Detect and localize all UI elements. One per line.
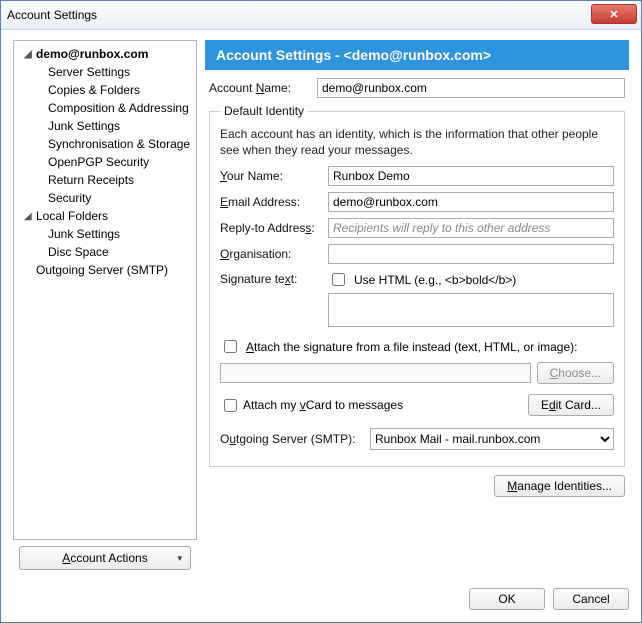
account-settings-window: Account Settings ✕ ◢ demo@runbox.com Ser… [0, 0, 642, 623]
your-name-label: Your Name: [220, 169, 328, 183]
organisation-input[interactable] [328, 244, 614, 264]
account-tree[interactable]: ◢ demo@runbox.com Server Settings Copies… [13, 40, 197, 540]
titlebar: Account Settings ✕ [1, 1, 641, 30]
signature-textarea[interactable] [328, 293, 614, 327]
identity-description: Each account has an identity, which is t… [220, 126, 614, 158]
default-identity-legend: Default Identity [220, 104, 308, 118]
outgoing-smtp-label: Outgoing Server (SMTP): [220, 432, 370, 446]
tree-account-local-folders[interactable]: ◢ Local Folders [14, 207, 196, 225]
default-identity-group: Default Identity Each account has an ide… [209, 104, 625, 467]
tree-item-sync-storage[interactable]: Synchronisation & Storage [14, 135, 196, 153]
manage-identities-button[interactable]: Manage Identities... [494, 475, 625, 497]
tree-item-server-settings[interactable]: Server Settings [14, 63, 196, 81]
close-icon: ✕ [609, 8, 618, 21]
attach-vcard-label: Attach my vCard to messages [243, 398, 403, 412]
close-button[interactable]: ✕ [591, 4, 637, 24]
chevron-down-icon: ◢ [24, 211, 34, 222]
attach-signature-file-label: Attach the signature from a file instead… [246, 340, 577, 354]
account-name-label: Account Name: [209, 81, 317, 95]
organisation-label: Organisation: [220, 247, 328, 261]
tree-account-label: Local Folders [36, 209, 108, 223]
panel-body: Account Name: Default Identity Each acco… [205, 70, 629, 501]
tree-item-return-receipts[interactable]: Return Receipts [14, 171, 196, 189]
dialog-footer: OK Cancel [13, 576, 629, 610]
tree-item-junk-local[interactable]: Junk Settings [14, 225, 196, 243]
tree-account-label: demo@runbox.com [36, 47, 148, 61]
cancel-button[interactable]: Cancel [553, 588, 629, 610]
tree-item-copies-folders[interactable]: Copies & Folders [14, 81, 196, 99]
account-actions-button[interactable]: Account Actions ▾ [19, 546, 191, 570]
panel-title: Account Settings - <demo@runbox.com> [205, 40, 629, 70]
chevron-down-icon: ◢ [24, 49, 34, 60]
tree-item-junk[interactable]: Junk Settings [14, 117, 196, 135]
signature-text-label: Signature text: [220, 270, 328, 286]
use-html-checkbox-row[interactable]: Use HTML (e.g., <b>bold</b>) [328, 270, 614, 289]
email-label: Email Address: [220, 195, 328, 209]
tree-item-security[interactable]: Security [14, 189, 196, 207]
your-name-input[interactable] [328, 166, 614, 186]
reply-to-label: Reply-to Address: [220, 221, 328, 235]
edit-card-button[interactable]: Edit Card... [528, 394, 614, 416]
ok-button[interactable]: OK [469, 588, 545, 610]
email-input[interactable] [328, 192, 614, 212]
use-html-label: Use HTML (e.g., <b>bold</b>) [354, 273, 516, 287]
main-row: ◢ demo@runbox.com Server Settings Copies… [13, 40, 629, 576]
tree-item-disc-space[interactable]: Disc Space [14, 243, 196, 261]
settings-panel: Account Settings - <demo@runbox.com> Acc… [205, 40, 629, 576]
choose-file-button[interactable]: Choose... [537, 362, 614, 384]
window-title: Account Settings [7, 8, 97, 22]
reply-to-input[interactable] [328, 218, 614, 238]
use-html-checkbox[interactable] [332, 273, 345, 286]
attach-vcard-checkbox[interactable] [224, 399, 237, 412]
outgoing-smtp-select[interactable]: Runbox Mail - mail.runbox.com [370, 428, 614, 450]
content: ◢ demo@runbox.com Server Settings Copies… [1, 30, 641, 622]
tree-item-openpgp[interactable]: OpenPGP Security [14, 153, 196, 171]
chevron-down-icon: ▾ [177, 553, 182, 564]
account-name-input[interactable] [317, 78, 625, 98]
tree-item-composition[interactable]: Composition & Addressing [14, 99, 196, 117]
tree-account-demo[interactable]: ◢ demo@runbox.com [14, 45, 196, 63]
attach-signature-file-checkbox[interactable] [224, 340, 237, 353]
signature-file-path-input [220, 363, 531, 383]
account-actions-label: Account Actions [62, 551, 147, 565]
tree-item-outgoing-smtp[interactable]: Outgoing Server (SMTP) [14, 261, 196, 279]
